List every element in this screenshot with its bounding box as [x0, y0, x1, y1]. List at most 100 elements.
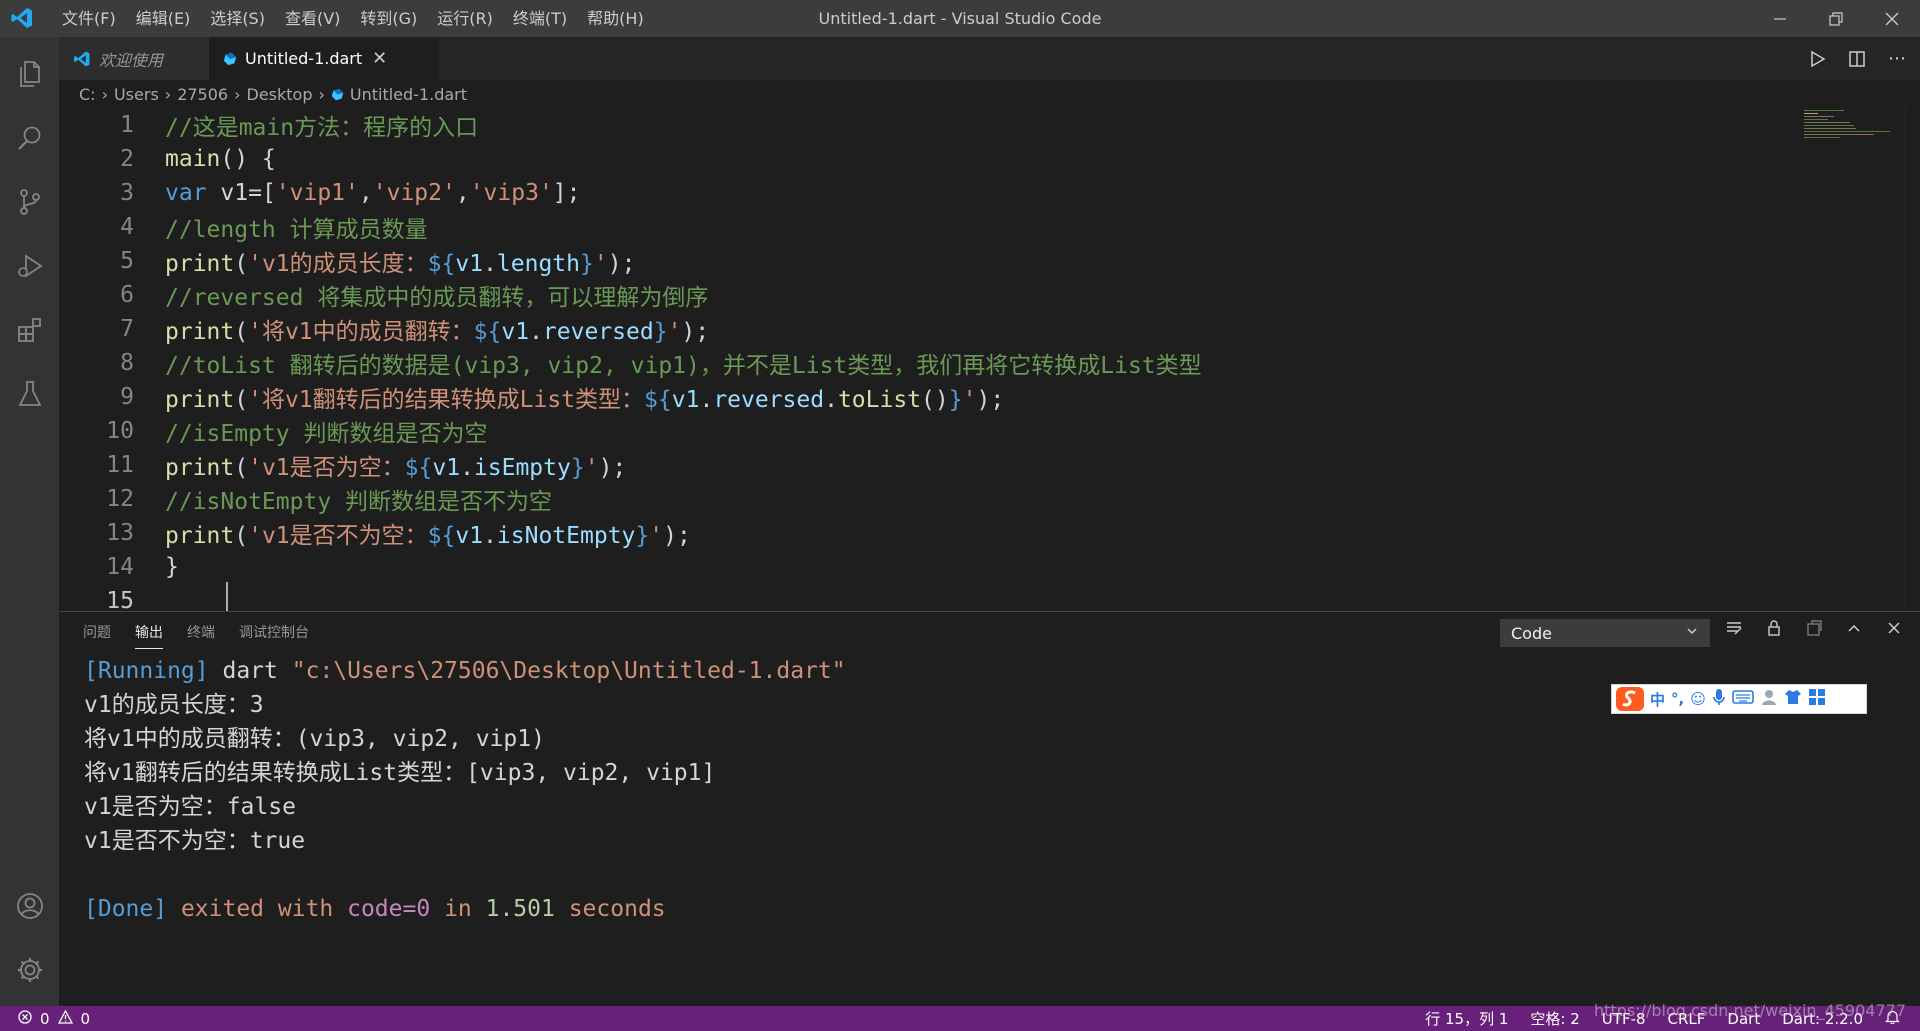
dart-file-icon [223, 52, 237, 66]
done-text: with [277, 896, 334, 922]
tab-output[interactable]: 输出 [135, 622, 163, 649]
line-number: 7 [120, 316, 134, 342]
emoji-icon[interactable]: ☺ [1690, 690, 1706, 708]
title-bar: 文件(F) 编辑(E) 选择(S) 查看(V) 转到(G) 运行(R) 终端(T… [0, 0, 1920, 37]
code-token: () { [220, 146, 276, 172]
code-token: 'v1是否为空： [248, 455, 405, 481]
more-actions-icon[interactable]: ⋯ [1884, 48, 1910, 69]
code-token: . [529, 319, 543, 345]
account-icon [16, 893, 43, 919]
menu-terminal[interactable]: 终端(T) [503, 0, 577, 37]
run-tag: [Running] [84, 658, 209, 684]
run-debug-button[interactable] [0, 235, 59, 297]
code-line: 13 print('v1是否不为空：${v1.isNotEmpty}'); [59, 516, 691, 550]
close-window-button[interactable] [1864, 0, 1920, 37]
explorer-button[interactable] [0, 43, 59, 105]
editor-scrollbar[interactable] [1905, 108, 1920, 611]
split-editor-icon[interactable] [1844, 50, 1870, 68]
language-mode[interactable]: Dart [1727, 1010, 1760, 1028]
text-cursor [226, 582, 228, 611]
menu-help[interactable]: 帮助(H) [577, 0, 654, 37]
grid-menu-icon[interactable] [1808, 688, 1826, 710]
lock-icon[interactable] [1762, 619, 1786, 637]
tab-terminal[interactable]: 终端 [187, 622, 215, 649]
ime-toolbar[interactable]: 中 °, ☺ [1611, 684, 1867, 714]
code-token: v1 [671, 387, 700, 413]
restore-button[interactable] [1808, 0, 1864, 37]
sogou-logo-icon [1616, 687, 1644, 711]
open-in-editor-icon[interactable] [1802, 619, 1826, 637]
menu-selection[interactable]: 选择(S) [200, 0, 275, 37]
extensions-button[interactable] [0, 299, 59, 361]
code-line: 10 //isEmpty 判断数组是否为空 [59, 414, 487, 448]
breadcrumb-file[interactable]: Untitled-1.dart [350, 85, 467, 104]
code-editor[interactable]: 1 //这是main方法：程序的入口 2 main() { 3 var v1=[… [59, 108, 1920, 611]
line-number: 6 [120, 282, 134, 308]
maximize-panel-icon[interactable] [1842, 619, 1866, 637]
code-token: () [921, 387, 949, 413]
output-line: v1是否为空：false [84, 794, 296, 820]
tab-debug-console[interactable]: 调试控制台 [239, 622, 309, 649]
code-line: 1 //这是main方法：程序的入口 [59, 108, 478, 142]
indentation[interactable]: 空格: 2 [1530, 1008, 1579, 1029]
menu-go[interactable]: 转到(G) [350, 0, 427, 37]
cursor-position[interactable]: 行 15，列 1 [1425, 1008, 1508, 1029]
close-panel-icon[interactable] [1882, 619, 1906, 637]
tab-close-icon[interactable]: ✕ [372, 48, 387, 69]
keyboard-icon[interactable] [1732, 689, 1754, 709]
run-path: "c:\Users\27506\Desktop\Untitled-1.dart" [291, 658, 846, 684]
minimize-button[interactable] [1752, 0, 1808, 37]
ime-punctuation[interactable]: °, [1671, 690, 1684, 708]
skin-icon[interactable] [1784, 688, 1802, 710]
chevron-right-icon: › [164, 84, 172, 104]
line-number: 3 [120, 180, 134, 206]
menu-file[interactable]: 文件(F) [52, 0, 126, 37]
minimap[interactable] [1804, 108, 1900, 142]
chevron-right-icon: › [101, 84, 108, 104]
warning-icon [57, 1009, 73, 1028]
settings-button[interactable] [0, 939, 59, 1001]
encoding[interactable]: UTF-8 [1602, 1010, 1646, 1028]
problems-status[interactable]: 0 0 [18, 1006, 90, 1031]
dart-sdk[interactable]: Dart: 2.2.0 [1782, 1010, 1863, 1028]
code-token: ' [649, 523, 664, 549]
breadcrumb-users[interactable]: Users [114, 85, 159, 104]
code-token: ( [234, 387, 249, 413]
line-number: 9 [120, 384, 134, 410]
line-ending[interactable]: CRLF [1668, 1010, 1706, 1028]
breadcrumb-drive[interactable]: C: [79, 85, 96, 104]
code-token: ( [234, 251, 249, 277]
tab-problems[interactable]: 问题 [83, 622, 111, 649]
ime-language[interactable]: 中 [1650, 689, 1665, 710]
tab-welcome[interactable]: 欢迎使用 [59, 37, 209, 80]
done-text: seconds [554, 896, 666, 922]
menu-edit[interactable]: 编辑(E) [126, 0, 201, 37]
testing-button[interactable] [0, 363, 59, 425]
breadcrumb-user[interactable]: 27506 [177, 85, 228, 104]
clear-output-icon[interactable] [1722, 619, 1746, 637]
tab-untitled-dart[interactable]: Untitled-1.dart ✕ [209, 37, 439, 80]
run-file-icon[interactable] [1804, 50, 1830, 68]
search-button[interactable] [0, 107, 59, 169]
menu-view[interactable]: 查看(V) [275, 0, 350, 37]
accounts-button[interactable] [0, 875, 59, 937]
run-debug-icon [17, 254, 43, 278]
code-token: ${ [473, 319, 502, 345]
line-number: 11 [106, 452, 134, 478]
user-icon[interactable] [1760, 688, 1778, 710]
code-token: } [635, 523, 650, 549]
breadcrumb-desktop[interactable]: Desktop [247, 85, 313, 104]
code-token: =[ [248, 180, 276, 206]
notifications-icon[interactable] [1885, 1009, 1900, 1028]
menu-run[interactable]: 运行(R) [427, 0, 503, 37]
code-token: '将v1中的成员翻转： [248, 319, 474, 345]
line-number: 5 [120, 248, 134, 274]
code-token: main [165, 146, 221, 172]
chevron-right-icon: › [234, 84, 241, 104]
source-control-button[interactable] [0, 171, 59, 233]
output-channel-select[interactable]: Code [1500, 619, 1710, 647]
microphone-icon[interactable] [1712, 688, 1726, 710]
code-token: v1 [455, 251, 484, 277]
output-line-blank [84, 858, 846, 892]
code-token: } [580, 251, 594, 277]
